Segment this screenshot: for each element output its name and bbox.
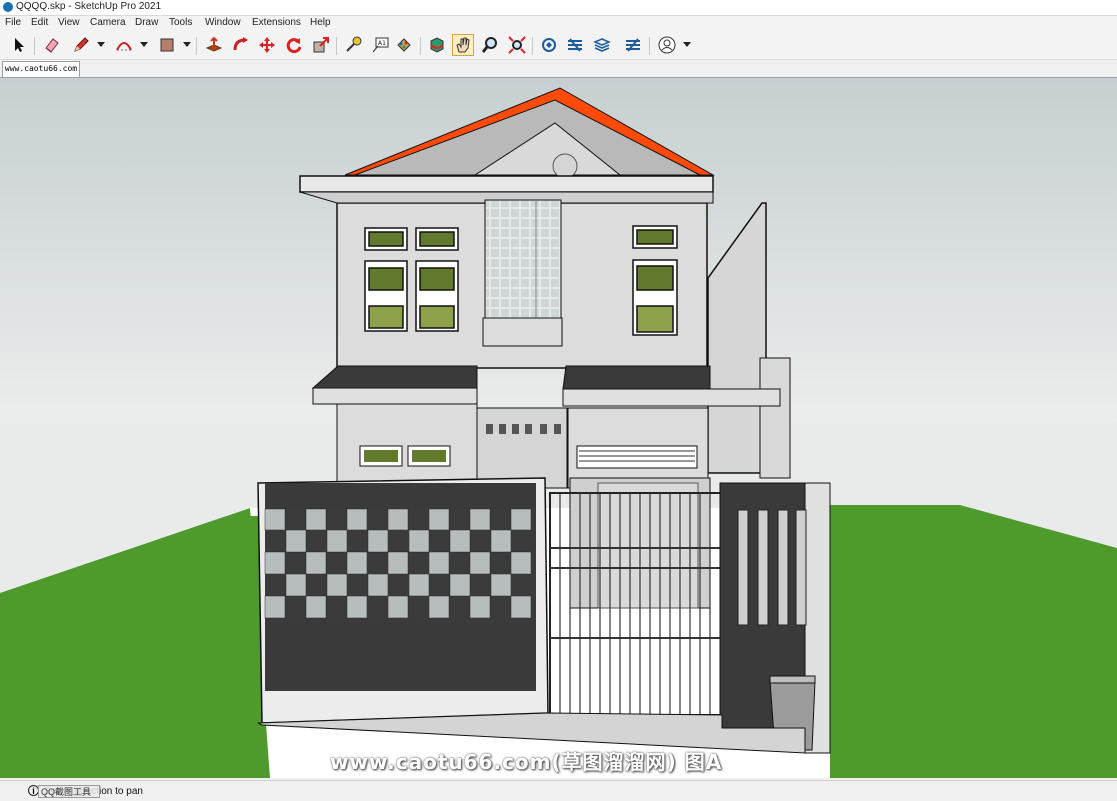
text-tool[interactable]: A1 xyxy=(369,34,391,56)
rotate-tool[interactable] xyxy=(283,34,305,56)
house-model-scene xyxy=(0,78,1117,778)
user-account-icon xyxy=(658,36,676,54)
orbit-icon xyxy=(430,37,444,53)
menu-draw[interactable]: Draw xyxy=(135,17,158,28)
menu-edit[interactable]: Edit xyxy=(31,17,48,28)
tape-measure-tool[interactable] xyxy=(342,34,364,56)
orbit-tool[interactable] xyxy=(426,34,448,56)
arc-icon xyxy=(116,42,132,51)
paint-bucket-icon xyxy=(397,38,411,52)
text-label-icon: A1 xyxy=(372,37,389,53)
menu-bar: File Edit View Camera Draw Tools Window … xyxy=(0,16,1117,31)
follow-me-tool[interactable] xyxy=(230,34,252,56)
eraser-tool[interactable] xyxy=(41,34,63,56)
drawing-viewport[interactable] xyxy=(0,78,1117,778)
screenshot-tool-overlay: QQ截图工具 xyxy=(38,785,100,798)
status-bar: i Select direction to pan QQ截图工具 xyxy=(0,780,1117,801)
menu-file[interactable]: File xyxy=(5,17,21,28)
tape-measure-icon xyxy=(346,36,362,52)
move-icon xyxy=(259,37,275,53)
watermark-text: www.caotu66.com(草图溜溜网) 图A xyxy=(330,750,723,774)
menu-window[interactable]: Window xyxy=(205,17,241,28)
zoom-tool[interactable] xyxy=(479,34,501,56)
scale-tool[interactable] xyxy=(310,34,332,56)
push-pull-icon xyxy=(205,36,223,52)
line-dropdown-icon[interactable] xyxy=(97,42,105,47)
paint-bucket-tool[interactable] xyxy=(393,34,415,56)
move-tool[interactable] xyxy=(256,34,278,56)
line-tool[interactable] xyxy=(70,34,92,56)
menu-extensions[interactable]: Extensions xyxy=(252,17,301,28)
warehouse-tool[interactable] xyxy=(538,34,560,56)
large-toolset-toolbar: A1 xyxy=(0,31,1117,60)
zoom-extents-icon xyxy=(508,36,526,54)
rectangle-tool[interactable] xyxy=(156,34,178,56)
menu-tools[interactable]: Tools xyxy=(169,17,192,28)
svg-text:A1: A1 xyxy=(378,40,386,47)
zoom-extents-tool[interactable] xyxy=(506,34,528,56)
scene-tab[interactable]: www.caotu66.com xyxy=(2,61,80,77)
menu-camera[interactable]: Camera xyxy=(90,17,126,28)
rectangle-icon xyxy=(160,38,174,52)
follow-me-icon xyxy=(233,37,248,51)
pencil-icon xyxy=(74,37,89,52)
extension-manager-icon xyxy=(626,38,640,52)
account-tool[interactable] xyxy=(656,34,678,56)
eraser-icon xyxy=(45,38,59,53)
extension-warehouse-icon xyxy=(568,38,582,52)
right-canopy xyxy=(562,365,711,390)
window-title: QQQQ.skp - SketchUp Pro 2021 xyxy=(16,1,162,12)
left-canopy xyxy=(311,365,478,389)
menu-view[interactable]: View xyxy=(58,17,80,28)
layout-tool[interactable] xyxy=(591,34,613,56)
account-dropdown-icon[interactable] xyxy=(683,42,691,47)
grass-right xyxy=(830,503,1117,778)
glass-block-bay xyxy=(484,199,562,321)
pan-tool[interactable] xyxy=(452,34,474,56)
rotate-icon xyxy=(286,38,302,54)
sketchup-app-icon xyxy=(3,2,13,12)
title-bar: QQQQ.skp - SketchUp Pro 2021 xyxy=(0,0,1117,16)
rectangle-dropdown-icon[interactable] xyxy=(183,42,191,47)
arrow-cursor-icon xyxy=(15,38,24,52)
arc-tool[interactable] xyxy=(113,34,135,56)
fence-dark-band xyxy=(265,483,536,509)
arc-dropdown-icon[interactable] xyxy=(140,42,148,47)
extension-manager-tool[interactable] xyxy=(622,34,644,56)
scale-icon xyxy=(313,37,329,53)
push-pull-tool[interactable] xyxy=(203,34,225,56)
layout-stack-icon xyxy=(593,38,611,52)
menu-help[interactable]: Help xyxy=(310,17,331,28)
scenes-tab-bar: www.caotu66.com xyxy=(0,60,1117,78)
magnifier-icon xyxy=(481,37,497,53)
select-tool[interactable] xyxy=(8,34,30,56)
hand-pan-icon xyxy=(456,37,470,53)
3d-warehouse-icon xyxy=(542,38,556,52)
extension-warehouse-tool[interactable] xyxy=(564,34,586,56)
